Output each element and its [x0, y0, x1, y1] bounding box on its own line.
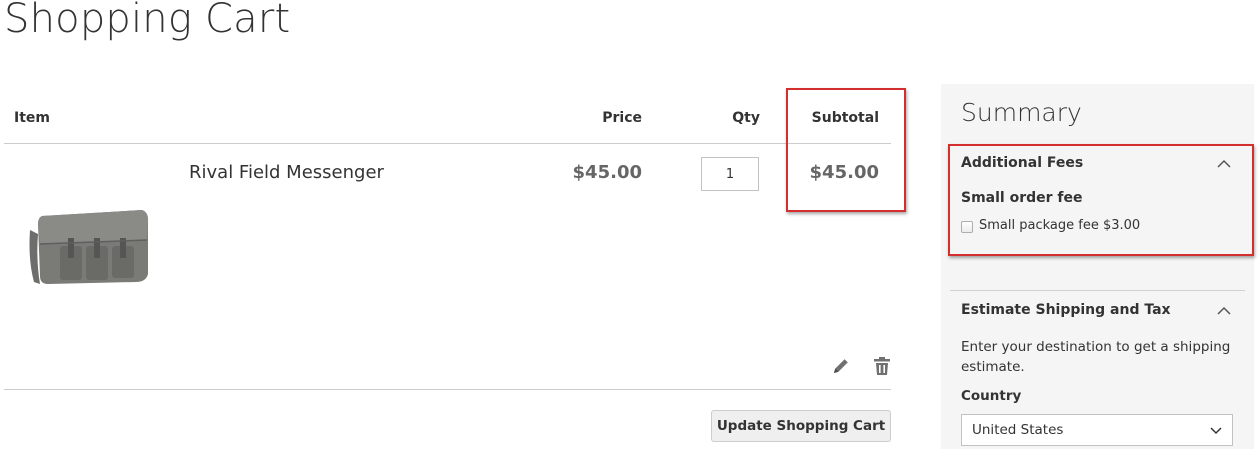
update-cart-button[interactable]: Update Shopping Cart — [711, 410, 891, 442]
product-name[interactable]: Rival Field Messenger — [189, 162, 384, 183]
table-footer-divider — [4, 389, 891, 390]
table-header-divider — [4, 143, 891, 144]
chevron-down-icon — [1210, 427, 1222, 435]
estimate-shipping-title[interactable]: Estimate Shipping and Tax — [961, 302, 1171, 318]
shopping-cart-page: Shopping Cart Item Price Qty Subtotal Ri… — [0, 0, 1260, 449]
column-header-price: Price — [602, 110, 642, 126]
page-title: Shopping Cart — [4, 0, 291, 42]
shipping-description: Enter your destination to get a shipping… — [961, 339, 1231, 375]
pencil-icon[interactable] — [831, 356, 851, 376]
country-label: Country — [961, 388, 1022, 404]
item-price: $45.00 — [572, 162, 642, 183]
trash-icon[interactable] — [872, 356, 892, 376]
summary-panel: Summary Additional Fees Small order fee … — [941, 84, 1254, 449]
subtotal-highlight-box — [786, 88, 906, 212]
section-divider — [950, 290, 1245, 291]
column-header-item: Item — [14, 110, 50, 126]
column-header-qty: Qty — [732, 110, 760, 126]
qty-input[interactable] — [701, 157, 759, 191]
summary-title: Summary — [961, 98, 1082, 127]
country-select[interactable]: United States — [961, 414, 1233, 446]
additional-fees-highlight-box — [948, 144, 1254, 256]
messenger-bag-icon[interactable] — [24, 200, 150, 290]
chevron-up-icon[interactable] — [1217, 306, 1231, 315]
country-value: United States — [972, 422, 1064, 438]
